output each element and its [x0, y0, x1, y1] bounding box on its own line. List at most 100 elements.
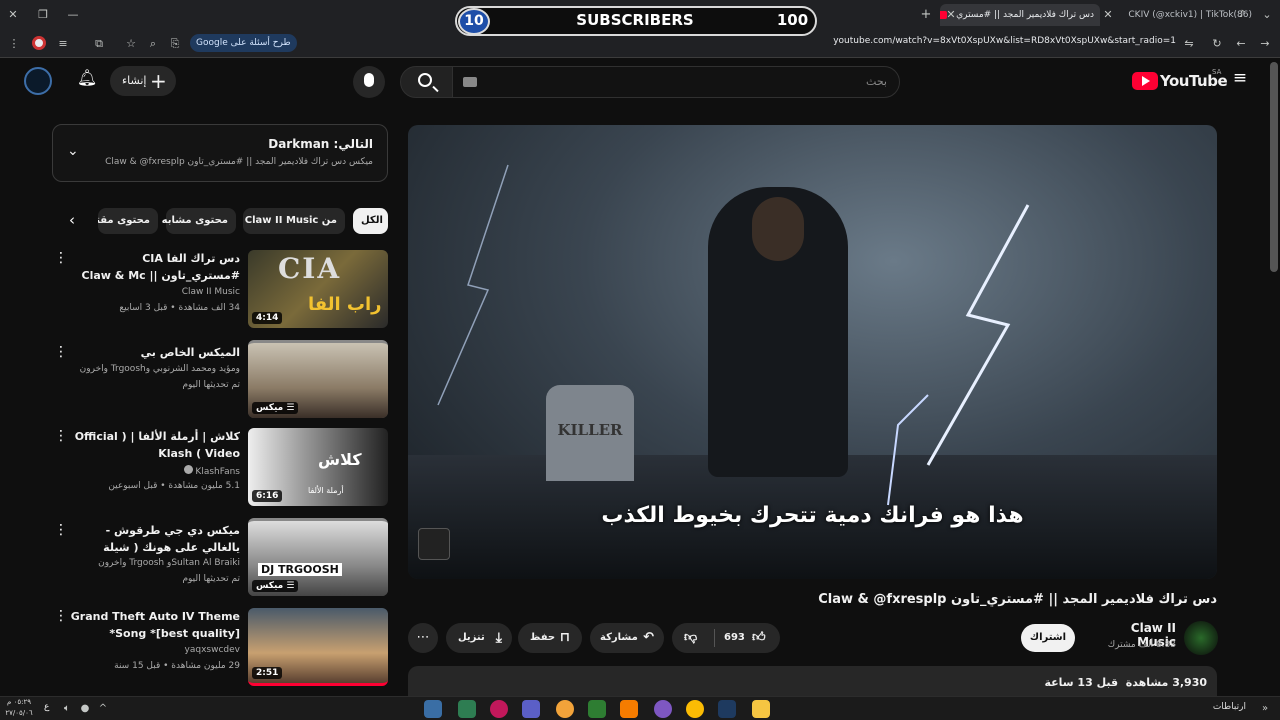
- taskbar-app-chrome[interactable]: [424, 700, 442, 718]
- close-tab-icon[interactable]: ✕: [945, 7, 957, 23]
- reading-list-icon[interactable]: ≡: [56, 36, 70, 52]
- youtube-logo-icon[interactable]: [1132, 72, 1158, 90]
- show-hidden-icons-icon[interactable]: ^: [96, 701, 110, 717]
- list-item[interactable]: DJ TRGOOSH ميكس ☰ ميكس دي جي طرقوش - يال…: [52, 518, 388, 598]
- download-label: تنزيل: [458, 632, 485, 643]
- channel-watermark[interactable]: [418, 528, 450, 560]
- channel-avatar[interactable]: [1184, 621, 1218, 655]
- mix-badge: ميكس ☰: [252, 402, 299, 414]
- close-window-icon[interactable]: ✕: [6, 7, 20, 23]
- page-scrollbar[interactable]: [1270, 62, 1278, 272]
- share-arrow-icon: ↶: [643, 630, 654, 645]
- item-channel[interactable]: Sultan Al Braikiو Trgoosh وآخرون: [62, 558, 240, 568]
- search-placeholder: بحث: [866, 75, 887, 88]
- zoom-icon[interactable]: ⌕: [146, 36, 160, 52]
- item-title[interactable]: ميكس دي جي طرقوش - يالغالي على هونك ( شي…: [70, 522, 240, 556]
- taskbar-links[interactable]: ارتباطات: [1213, 702, 1246, 712]
- microphone-tray-icon[interactable]: ●: [78, 701, 92, 717]
- mix-thumbnail[interactable]: ميكس ☰: [248, 340, 388, 418]
- item-title[interactable]: دس تراك الفا CIA #مستري_تاون || Claw & M…: [70, 250, 240, 284]
- back-icon[interactable]: →: [1258, 36, 1272, 52]
- notifications-bell-icon[interactable]: 🔔︎: [76, 70, 98, 86]
- new-tab-button[interactable]: +: [918, 7, 934, 23]
- chip-all[interactable]: الكل: [353, 208, 388, 234]
- item-channel[interactable]: Claw II Music: [62, 287, 240, 297]
- dislike-icon[interactable]: 👎︎: [684, 623, 697, 653]
- item-channel[interactable]: KlashFans: [62, 465, 240, 477]
- profile-avatar[interactable]: [32, 36, 46, 50]
- taskbar-app-6[interactable]: [686, 700, 704, 718]
- taskbar-app-1[interactable]: [458, 700, 476, 718]
- ask-google-button[interactable]: Google طرح أسئلة على: [190, 34, 297, 52]
- reload-icon[interactable]: ↻: [1210, 36, 1224, 52]
- download-button[interactable]: ⤓ تنزيل: [446, 623, 512, 653]
- hamburger-menu-icon[interactable]: ≡: [1230, 70, 1250, 87]
- more-options-icon[interactable]: ⋮: [54, 608, 68, 624]
- account-avatar[interactable]: [24, 67, 52, 95]
- mix-thumbnail[interactable]: DJ TRGOOSH ميكس ☰: [248, 518, 388, 596]
- item-title[interactable]: كلاش | أرملة الألفا | ( Official Video )…: [70, 428, 240, 462]
- tab-video[interactable]: دس تراك فلاديمير المجد || #مستري: [940, 4, 1100, 26]
- like-count[interactable]: 693: [724, 623, 745, 653]
- chip-recommended[interactable]: محتوى مقتر: [98, 208, 158, 234]
- list-item[interactable]: كلاش أرملة الألفا 6:16 كلاش | أرملة الأل…: [52, 428, 388, 508]
- install-app-icon[interactable]: ⎘: [168, 36, 182, 52]
- taskbar-app-5[interactable]: [654, 700, 672, 718]
- more-options-icon[interactable]: ⋮: [54, 428, 68, 444]
- close-tab-icon[interactable]: ✕: [1102, 7, 1114, 23]
- chevron-icon[interactable]: »: [1258, 701, 1272, 717]
- taskbar-app-excel[interactable]: [588, 700, 606, 718]
- forward-icon[interactable]: ←: [1234, 36, 1248, 52]
- chevron-left-icon[interactable]: ‹: [64, 212, 80, 228]
- voice-search-button[interactable]: [353, 66, 385, 98]
- taskbar-app-explorer[interactable]: [752, 700, 770, 718]
- create-button[interactable]: + إنشاء: [110, 66, 176, 96]
- url-field[interactable]: youtube.com/watch?v=8xVt0XspUXw&list=RD8…: [833, 36, 1176, 46]
- menu-kebab-icon[interactable]: ⋮: [8, 36, 20, 52]
- site-settings-icon[interactable]: ⇋: [1182, 36, 1196, 52]
- up-next-subtitle: ميكس دس تراك فلاديمير المجد || #مستري_تا…: [105, 157, 373, 167]
- keyboard-icon[interactable]: [463, 77, 477, 87]
- like-icon[interactable]: 👍︎: [752, 623, 766, 653]
- taskbar-clock[interactable]: ٠٥:٢٩ م ٢٧/٠٥/٠٦: [4, 697, 34, 719]
- list-item[interactable]: ميكس ☰ الميكس الخاص بي ومؤيد ومحمد الشرن…: [52, 340, 388, 420]
- item-channel[interactable]: ومؤيد ومحمد الشرنوبي وTrgoosh وآخرون: [62, 364, 240, 374]
- more-actions-button[interactable]: ⋯: [408, 623, 438, 653]
- video-thumbnail[interactable]: كلاش أرملة الألفا 6:16: [248, 428, 388, 506]
- up-next-panel[interactable]: التالي: Darkman ميكس دس تراك فلاديمير ال…: [52, 124, 388, 182]
- more-options-icon[interactable]: ⋮: [54, 250, 68, 266]
- taskbar-app-4[interactable]: [620, 700, 638, 718]
- video-thumbnail[interactable]: 2:51: [248, 608, 388, 686]
- item-title[interactable]: الميكس الخاص بي: [70, 344, 240, 361]
- more-options-icon[interactable]: ⋮: [54, 522, 68, 538]
- restore-window-icon[interactable]: ❐: [36, 7, 50, 23]
- subscribe-button[interactable]: اشتراك: [1021, 624, 1075, 652]
- extensions-icon[interactable]: ⧉: [92, 36, 106, 52]
- video-thumbnail[interactable]: CIA راب الفا 4:14: [248, 250, 388, 328]
- list-item[interactable]: CIA راب الفا 4:14 دس تراك الفا CIA #مستر…: [52, 250, 388, 330]
- list-item[interactable]: 2:51 Grand Theft Auto IV Theme Song *[be…: [52, 608, 388, 688]
- subscriber-count: 8.83 ألف مشترك: [1107, 640, 1176, 650]
- tab-search-icon[interactable]: ⌄: [1260, 7, 1274, 23]
- item-channel[interactable]: yaqxswcdev: [62, 645, 240, 655]
- share-button[interactable]: ↶ مشاركة: [590, 623, 664, 653]
- duration-badge: 4:14: [252, 312, 283, 324]
- view-count: 3,930 مشاهدة: [1125, 676, 1207, 689]
- bookmark-star-icon[interactable]: ☆: [124, 36, 138, 52]
- volume-icon[interactable]: 🔈︎: [60, 701, 74, 717]
- taskbar-app-steam[interactable]: [718, 700, 736, 718]
- save-button[interactable]: ⊓ حفظ: [518, 623, 582, 653]
- chevron-down-icon[interactable]: ⌄: [67, 143, 79, 159]
- video-player[interactable]: KILLER هذا هو فرانك دمية تتحرك بخيوط الك…: [408, 125, 1217, 579]
- language-indicator[interactable]: ع: [44, 702, 49, 712]
- chip-related[interactable]: محتوى مشابه: [162, 208, 236, 234]
- search-input[interactable]: بحث: [452, 66, 900, 98]
- taskbar-app-2[interactable]: [490, 700, 508, 718]
- minimize-window-icon[interactable]: —: [66, 7, 80, 23]
- item-title[interactable]: Grand Theft Auto IV Theme Song *[best qu…: [70, 608, 240, 642]
- taskbar-app-3[interactable]: [556, 700, 574, 718]
- search-button[interactable]: [400, 66, 454, 98]
- more-options-icon[interactable]: ⋮: [54, 344, 68, 360]
- taskbar-app-teams[interactable]: [522, 700, 540, 718]
- chip-from-channel[interactable]: من Claw II Music: [243, 208, 345, 234]
